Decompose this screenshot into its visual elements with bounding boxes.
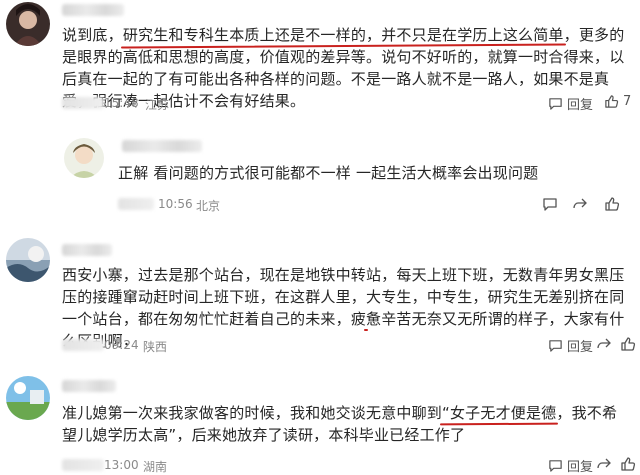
reply-button[interactable]: 回复: [548, 456, 593, 475]
meta-blurred: [62, 339, 104, 351]
avatar[interactable]: [6, 376, 50, 420]
comment-text-part: 准儿媳第一次来我家做客的时候，我和她交谈无意中聊到: [62, 404, 443, 422]
comment-location: 江苏: [145, 98, 170, 112]
username-blurred[interactable]: [62, 244, 112, 256]
comment-bubble-icon: [549, 340, 562, 352]
username-blurred[interactable]: [62, 380, 116, 392]
avatar[interactable]: [64, 138, 104, 178]
share-button[interactable]: [596, 336, 612, 352]
comment-bubble-icon: [549, 98, 562, 110]
comment-time: 10:56: [158, 197, 193, 211]
underlined-highlight: “女子无才便是德: [442, 404, 557, 422]
thumbs-up-button[interactable]: [604, 196, 620, 212]
comment-time: 09:24: [104, 338, 139, 352]
reply-button[interactable]: 回复: [548, 94, 593, 113]
comment-text: 准儿媳第一次来我家做客的时候，我和她交谈无意中聊到“女子无才便是德，我不希望儿媳…: [62, 402, 630, 446]
like-count: 7: [623, 94, 632, 109]
more-dots-icon: [543, 198, 557, 211]
comment-text-part: 正解 看问题的方式很可能都不一样 一起生活大概率会出现问题: [118, 164, 539, 182]
comment-location: 陕西: [143, 340, 168, 354]
meta-blurred: [118, 198, 154, 210]
username-blurred[interactable]: [122, 140, 202, 152]
thumbs-up-icon: [605, 197, 620, 211]
thumbs-up-icon: [621, 457, 636, 471]
comment-text: 正解 看问题的方式很可能都不一样 一起生活大概率会出现问题: [118, 162, 618, 184]
thumbs-up-icon: [621, 337, 636, 351]
reply-label: 回复: [567, 98, 594, 113]
comment-text-part: 说到底，: [62, 26, 123, 44]
avatar[interactable]: [6, 2, 50, 46]
like-button[interactable]: [620, 456, 636, 472]
share-icon: [573, 198, 587, 209]
avatar[interactable]: [6, 238, 50, 282]
comment-time: 13:00: [104, 458, 139, 472]
comment-item: 正解 看问题的方式很可能都不一样 一起生活大概率会出现问题 10:56 北京: [0, 120, 640, 220]
reply-button[interactable]: 回复: [548, 336, 593, 355]
share-icon: [597, 458, 611, 469]
comment-item: 西安小寨，过去是那个站台，现在是地铁中转站，每天上班下班，无数青年男女黑压压的接…: [0, 232, 640, 362]
underlined-highlight: 研究生和专科生本质上还是不一样的，并不只是在学历上这么简单: [122, 26, 564, 44]
share-icon: [597, 338, 611, 349]
username-blurred[interactable]: [62, 4, 124, 16]
more-button[interactable]: [542, 196, 558, 212]
reply-label: 回复: [567, 460, 594, 475]
comment-location: 湖南: [143, 460, 168, 474]
comment-item: 准儿媳第一次来我家做客的时候，我和她交谈无意中聊到“女子无才便是德，我不希望儿媳…: [0, 370, 640, 475]
comment-time: 15:48: [104, 96, 139, 110]
comment-bubble-icon: [549, 460, 562, 472]
like-button[interactable]: [572, 196, 588, 212]
meta-blurred: [62, 459, 104, 471]
like-button[interactable]: 7: [604, 94, 631, 109]
thumbs-up-icon: [605, 95, 619, 108]
meta-blurred: [62, 97, 104, 109]
comment-location: 北京: [196, 199, 221, 213]
reply-label: 回复: [567, 340, 594, 355]
like-button[interactable]: [620, 336, 636, 352]
share-button[interactable]: [596, 456, 612, 472]
comment-item: 说到底，研究生和专科生本质上还是不一样的，并不只是在学历上这么简单，更多的是眼界…: [0, 0, 640, 120]
